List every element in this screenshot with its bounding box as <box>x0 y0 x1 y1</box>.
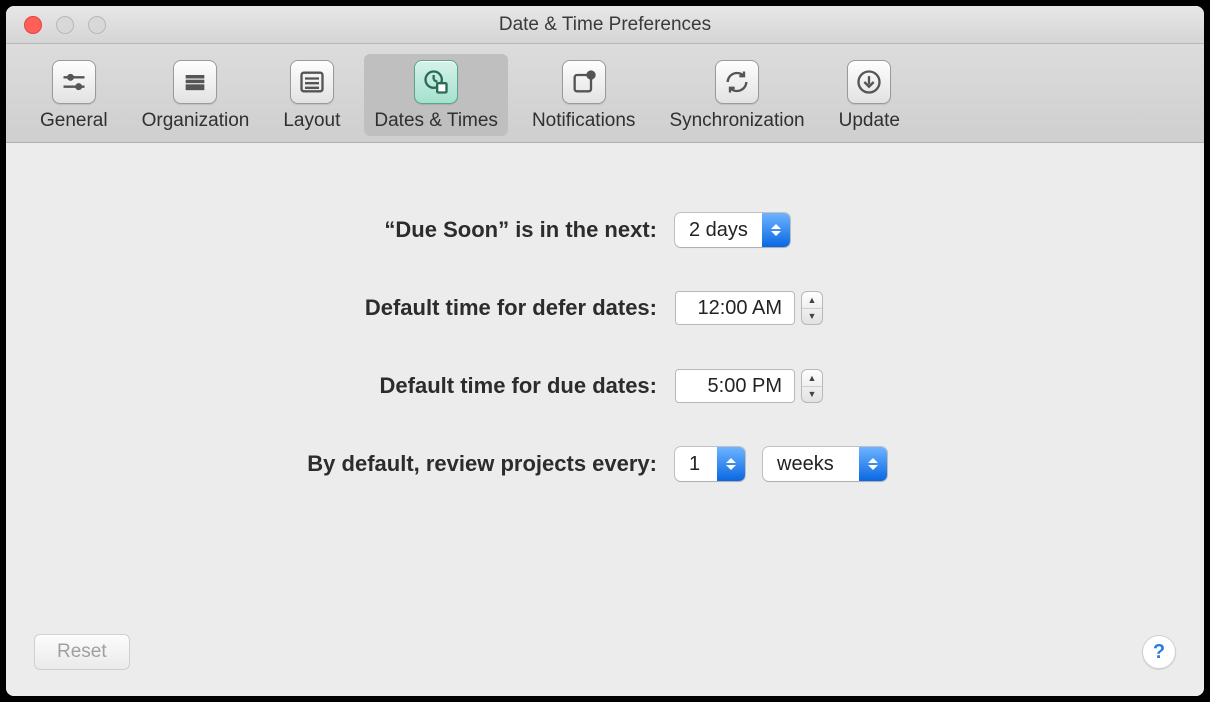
due-soon-popup[interactable]: 2 days <box>675 213 790 247</box>
tab-label: Organization <box>142 110 250 132</box>
chevron-up-down-icon <box>762 213 790 247</box>
stepper-up-icon[interactable]: ▲ <box>802 370 822 387</box>
tab-notifications[interactable]: Notifications <box>522 54 646 136</box>
due-soon-label: “Due Soon” is in the next: <box>215 217 675 243</box>
tab-synchronization[interactable]: Synchronization <box>659 54 814 136</box>
defer-time-stepper[interactable]: ▲ ▼ <box>801 291 823 325</box>
tab-label: Layout <box>283 110 340 132</box>
due-time-field[interactable]: 5:00 PM ▲ ▼ <box>675 369 823 403</box>
due-soon-value: 2 days <box>675 213 762 247</box>
row-defer-time: Default time for defer dates: 12:00 AM ▲… <box>215 291 995 325</box>
help-button[interactable]: ? <box>1142 635 1176 669</box>
stepper-up-icon[interactable]: ▲ <box>802 292 822 309</box>
chevron-up-down-icon <box>717 447 745 481</box>
content-pane: “Due Soon” is in the next: 2 days Defaul… <box>6 143 1204 696</box>
tab-label: Dates & Times <box>374 110 498 132</box>
defer-time-field[interactable]: 12:00 AM ▲ ▼ <box>675 291 823 325</box>
zoom-button[interactable] <box>88 16 106 34</box>
stepper-down-icon[interactable]: ▼ <box>802 387 822 403</box>
tab-label: Update <box>839 110 900 132</box>
dates-times-form: “Due Soon” is in the next: 2 days Defaul… <box>215 213 995 525</box>
review-unit-value: weeks <box>763 447 859 481</box>
tab-dates-times[interactable]: Dates & Times <box>364 54 508 136</box>
review-unit-popup[interactable]: weeks <box>763 447 887 481</box>
minimize-button[interactable] <box>56 16 74 34</box>
download-icon <box>847 60 891 104</box>
folders-icon <box>173 60 217 104</box>
tab-layout[interactable]: Layout <box>273 54 350 136</box>
tab-general[interactable]: General <box>30 54 118 136</box>
tab-label: Notifications <box>532 110 636 132</box>
reset-button[interactable]: Reset <box>34 634 130 670</box>
row-due-time: Default time for due dates: 5:00 PM ▲ ▼ <box>215 369 995 403</box>
titlebar: Date & Time Preferences <box>6 6 1204 44</box>
list-icon <box>290 60 334 104</box>
row-review: By default, review projects every: 1 wee… <box>215 447 995 481</box>
review-label: By default, review projects every: <box>215 451 675 477</box>
traffic-lights <box>6 16 106 34</box>
tab-label: General <box>40 110 108 132</box>
tab-label: Synchronization <box>669 110 804 132</box>
sync-icon <box>715 60 759 104</box>
defer-time-label: Default time for defer dates: <box>215 295 675 321</box>
tab-update[interactable]: Update <box>829 54 910 136</box>
close-button[interactable] <box>24 16 42 34</box>
stepper-down-icon[interactable]: ▼ <box>802 309 822 325</box>
chevron-up-down-icon <box>859 447 887 481</box>
review-count-popup[interactable]: 1 <box>675 447 745 481</box>
row-due-soon: “Due Soon” is in the next: 2 days <box>215 213 995 247</box>
sliders-icon <box>52 60 96 104</box>
window-title: Date & Time Preferences <box>6 14 1204 36</box>
notification-icon <box>562 60 606 104</box>
clock-calendar-icon <box>414 60 458 104</box>
tab-organization[interactable]: Organization <box>132 54 260 136</box>
footer: Reset ? <box>6 614 1204 696</box>
preferences-window: Date & Time Preferences General Organiza… <box>6 6 1204 696</box>
due-time-stepper[interactable]: ▲ ▼ <box>801 369 823 403</box>
due-time-value: 5:00 PM <box>675 369 795 403</box>
preferences-toolbar: General Organization Layout <box>6 44 1204 143</box>
defer-time-value: 12:00 AM <box>675 291 795 325</box>
review-count-value: 1 <box>675 447 717 481</box>
due-time-label: Default time for due dates: <box>215 373 675 399</box>
